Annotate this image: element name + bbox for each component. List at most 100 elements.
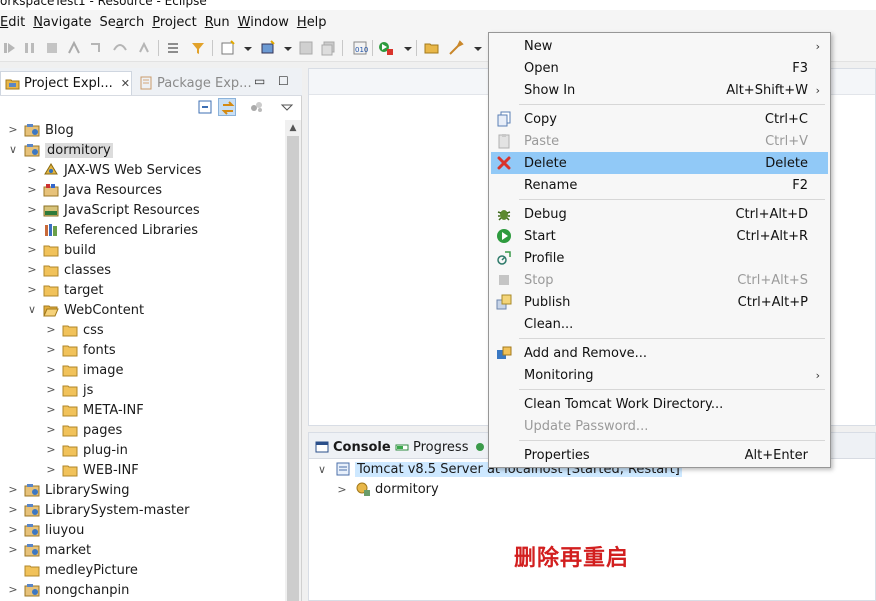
menu-item-rename[interactable]: Rename F2 [491,174,828,196]
chevron-right-icon[interactable]: > [6,503,20,517]
chevron-right-icon[interactable]: > [25,163,39,177]
tree-item[interactable]: > Referenced Libraries [0,220,285,240]
menu-window[interactable]: Window [236,15,295,30]
tab-console[interactable]: Console [315,437,391,457]
step-return-icon[interactable] [136,40,152,56]
chevron-right-icon[interactable]: > [44,363,58,377]
open-folder-icon[interactable] [424,40,440,56]
chevron-right-icon[interactable]: > [44,403,58,417]
tree-item[interactable]: > nongchanpin [0,580,285,600]
run-server-icon[interactable] [378,40,394,56]
tree-item[interactable]: > css [0,320,285,340]
menu-help[interactable]: Help [295,15,333,30]
terminate-icon[interactable] [44,40,60,56]
menu-edit[interactable]: Edit [0,15,31,30]
tree-item[interactable]: > target [0,280,285,300]
tree-item[interactable]: ∨ dormitory [0,140,285,160]
chevron-down-icon[interactable] [280,40,292,56]
tree-item[interactable]: > classes [0,260,285,280]
chevron-down-icon[interactable] [470,40,482,56]
module-row[interactable]: > dormitory [335,479,438,499]
menu-item-properties[interactable]: Properties Alt+Enter [491,444,828,466]
step-over-icon[interactable] [112,40,128,56]
tree-item[interactable]: ∨ WebContent [0,300,285,320]
chevron-right-icon[interactable]: > [6,543,20,557]
tree-item[interactable]: > JAX-WS Web Services [0,160,285,180]
scroll-up-icon[interactable]: ▲ [285,120,301,136]
tree-item[interactable]: > plug-in [0,440,285,460]
minimize-icon[interactable]: ▭ [254,74,265,88]
menu-run[interactable]: Run [203,15,236,30]
scrollbar-thumb[interactable] [287,136,299,601]
deploy-icon[interactable] [448,40,464,56]
maximize-icon[interactable]: ☐ [278,74,289,88]
focus-icon[interactable] [248,98,266,116]
chevron-right-icon[interactable]: > [335,483,349,496]
chevron-right-icon[interactable]: > [44,343,58,357]
menu-item-copy[interactable]: Copy Ctrl+C [491,108,828,130]
new-wizard-icon[interactable] [220,40,236,56]
menu-item-monitoring[interactable]: Monitoring › [491,364,828,386]
menu-item-profile[interactable]: Profile [491,247,828,269]
menu-item-debug[interactable]: Debug Ctrl+Alt+D [491,203,828,225]
use-step-filters-icon[interactable] [190,40,206,56]
save-icon[interactable] [298,40,314,56]
tree-item[interactable]: > liuyou [0,520,285,540]
chevron-right-icon[interactable]: > [44,443,58,457]
close-icon[interactable]: ✕ [121,77,130,90]
tree-item[interactable]: > Blog [0,120,285,140]
tree-item[interactable]: > js [0,380,285,400]
tree-item[interactable]: > market [0,540,285,560]
tree-item[interactable]: > fonts [0,340,285,360]
chevron-right-icon[interactable]: > [44,383,58,397]
menu-search[interactable]: Search [98,15,151,30]
menu-item-publish[interactable]: Publish Ctrl+Alt+P [491,291,828,313]
chevron-right-icon[interactable]: > [25,283,39,297]
menu-project[interactable]: Project [150,15,203,30]
tab-project-explorer[interactable]: Project Expl... ✕ [0,71,132,95]
tree-item[interactable]: > LibrarySystem-master [0,500,285,520]
chevron-right-icon[interactable]: > [6,583,20,597]
chevron-down-icon[interactable] [240,40,252,56]
chevron-right-icon[interactable]: > [25,243,39,257]
menu-item-show-in[interactable]: Show In Alt+Shift+W › [491,79,828,101]
tree-item[interactable]: > Java Resources [0,180,285,200]
link-with-editor-icon[interactable] [218,98,236,116]
save-all-icon[interactable] [320,40,336,56]
chevron-right-icon[interactable]: > [6,523,20,537]
tab-package-explorer[interactable]: Package Exp... [138,71,258,95]
tree-item[interactable]: > pages [0,420,285,440]
step-into-icon[interactable] [88,40,104,56]
chevron-right-icon[interactable]: > [25,183,39,197]
tree-item[interactable]: > image [0,360,285,380]
skip-breakpoints-icon[interactable] [166,40,182,56]
chevron-right-icon[interactable]: > [44,323,58,337]
tree-item[interactable]: > WEB-INF [0,460,285,480]
collapse-all-icon[interactable] [196,98,214,116]
menu-item-delete[interactable]: Delete Delete [491,152,828,174]
suspend-icon[interactable] [22,40,38,56]
resume-icon[interactable] [2,40,18,56]
menu-item-open[interactable]: Open F3 [491,57,828,79]
tree-item[interactable]: medleyPicture [0,560,285,580]
view-menu-icon[interactable] [278,98,296,116]
tree-item[interactable]: > LibrarySwing [0,480,285,500]
chevron-down-icon[interactable]: ∨ [315,463,329,476]
chevron-right-icon[interactable]: > [6,483,20,497]
chevron-right-icon[interactable]: > [6,123,20,137]
tree-item[interactable]: > JavaScript Resources [0,200,285,220]
chevron-right-icon[interactable]: > [44,463,58,477]
tab-progress[interactable]: Progress [395,437,468,457]
disconnect-icon[interactable] [66,40,82,56]
chevron-right-icon[interactable]: > [44,423,58,437]
tree-item[interactable]: > build [0,240,285,260]
chevron-down-icon[interactable]: ∨ [6,143,20,157]
menu-item-start[interactable]: Start Ctrl+Alt+R [491,225,828,247]
menu-navigate[interactable]: Navigate [31,15,97,30]
chevron-right-icon[interactable]: > [25,263,39,277]
chevron-right-icon[interactable]: > [25,203,39,217]
new-server-icon[interactable] [260,40,276,56]
chevron-down-icon[interactable]: ∨ [25,303,39,317]
tree-item[interactable]: > META-INF [0,400,285,420]
menu-item-clean-tomcat-work-directory[interactable]: Clean Tomcat Work Directory... [491,393,828,415]
